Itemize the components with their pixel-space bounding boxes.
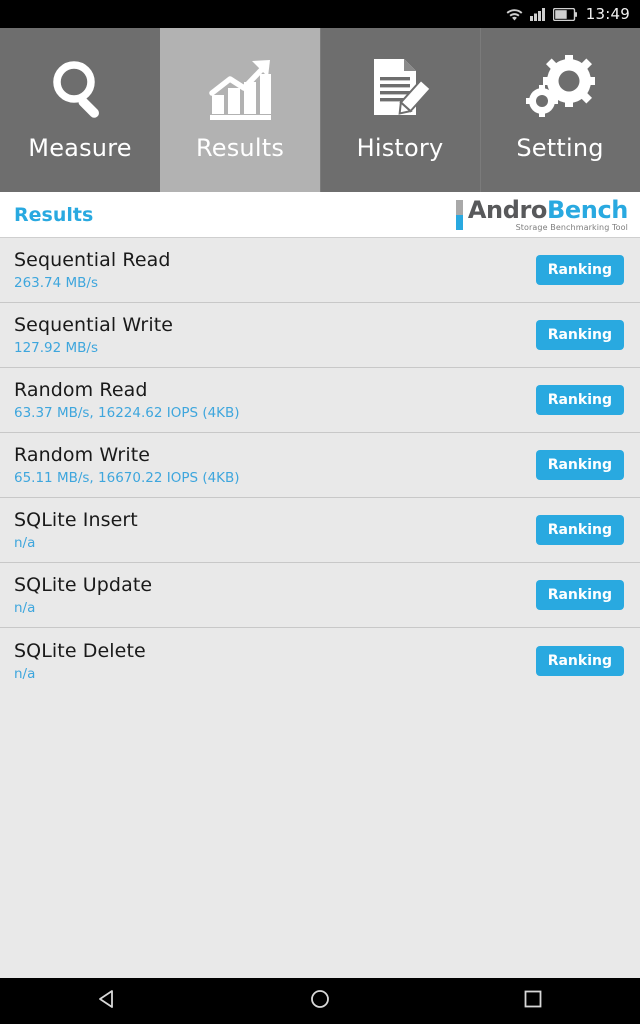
document-pencil-icon [366, 50, 434, 128]
battery-icon [552, 7, 577, 21]
recents-button[interactable] [488, 978, 578, 1024]
tab-setting[interactable]: Setting [480, 28, 640, 192]
bar-chart-arrow-icon [206, 50, 274, 128]
result-texts: Sequential Read 263.74 MB/s [14, 249, 171, 291]
result-name: Random Read [14, 379, 148, 401]
result-name: SQLite Insert [14, 509, 138, 531]
logo-primary-text: Andro [467, 195, 548, 224]
result-value: 65.11 MB/s, 16670.22 IOPS (4KB) [14, 470, 240, 486]
result-value: n/a [14, 535, 36, 551]
tab-history-label: History [356, 134, 444, 162]
logo-secondary-text: Bench [547, 195, 628, 224]
home-button[interactable] [275, 978, 365, 1024]
home-circle-icon [309, 988, 331, 1014]
tab-results-label: Results [195, 134, 285, 162]
results-list: Sequential Read 263.74 MB/s Ranking Sequ… [0, 238, 640, 978]
androbench-logo: AndroBench Storage Benchmarking Tool [455, 195, 629, 232]
tab-bar: Measure Results History Setting [0, 28, 640, 192]
logo-tagline: Storage Benchmarking Tool [515, 222, 628, 232]
ranking-button[interactable]: Ranking [535, 580, 624, 610]
result-name: SQLite Delete [14, 639, 146, 662]
result-row-sqlite-update[interactable]: SQLite Update n/a Ranking [0, 563, 640, 628]
status-time: 13:49 [585, 5, 630, 23]
result-value: 63.37 MB/s, 16224.62 IOPS (4KB) [14, 405, 240, 421]
result-texts: Random Read 63.37 MB/s, 16224.62 IOPS (4… [14, 379, 240, 421]
result-row-sequential-write[interactable]: Sequential Write 127.92 MB/s Ranking [0, 303, 640, 368]
result-row-random-write[interactable]: Random Write 65.11 MB/s, 16670.22 IOPS (… [0, 433, 640, 498]
ranking-button[interactable]: Ranking [535, 515, 624, 545]
result-texts: SQLite Delete n/a [14, 640, 146, 682]
ranking-button[interactable]: Ranking [535, 255, 624, 285]
result-value: n/a [14, 665, 36, 682]
result-texts: Random Write 65.11 MB/s, 16670.22 IOPS (… [14, 444, 240, 486]
result-texts: SQLite Insert n/a [14, 509, 138, 551]
ranking-button[interactable]: Ranking [535, 450, 624, 480]
wifi-icon [506, 7, 523, 21]
result-row-sqlite-delete[interactable]: SQLite Delete n/a Ranking [0, 628, 640, 693]
gears-icon [524, 50, 596, 128]
tab-setting-label: Setting [516, 134, 604, 162]
status-bar: 13:49 [0, 0, 640, 28]
tab-measure[interactable]: Measure [0, 28, 160, 192]
result-name: Random Write [14, 444, 151, 466]
back-button[interactable] [62, 978, 152, 1024]
result-name: Sequential Read [14, 249, 171, 271]
result-row-sqlite-insert[interactable]: SQLite Insert n/a Ranking [0, 498, 640, 563]
result-value: 263.74 MB/s [14, 275, 99, 291]
result-row-random-read[interactable]: Random Read 63.37 MB/s, 16224.62 IOPS (4… [0, 368, 640, 433]
logo-mark-icon [455, 199, 463, 230]
result-name: SQLite Update [14, 574, 153, 596]
tab-results[interactable]: Results [160, 28, 320, 192]
back-triangle-icon [96, 988, 118, 1014]
result-texts: Sequential Write 127.92 MB/s [14, 314, 173, 356]
app-root: 13:49 Measure Results History Setting Re… [0, 0, 640, 1024]
ranking-button[interactable]: Ranking [535, 320, 624, 350]
logo-wordmark: AndroBench [467, 195, 629, 224]
recents-square-icon [522, 988, 544, 1014]
ranking-button[interactable]: Ranking [535, 385, 624, 415]
result-value: 127.92 MB/s [14, 340, 99, 356]
result-value: n/a [14, 600, 36, 616]
magnifier-icon [46, 50, 114, 128]
tab-history[interactable]: History [320, 28, 480, 192]
tab-measure-label: Measure [28, 134, 132, 162]
ranking-button[interactable]: Ranking [535, 645, 624, 676]
page-header: Results AndroBench Storage Benchmarking … [0, 192, 640, 238]
result-texts: SQLite Update n/a [14, 574, 152, 616]
result-name: Sequential Write [14, 314, 174, 336]
android-nav-bar [0, 978, 640, 1024]
cellular-signal-icon [529, 7, 546, 21]
page-title: Results [14, 203, 94, 226]
result-row-sequential-read[interactable]: Sequential Read 263.74 MB/s Ranking [0, 238, 640, 303]
logo-text: AndroBench Storage Benchmarking Tool [467, 195, 629, 232]
